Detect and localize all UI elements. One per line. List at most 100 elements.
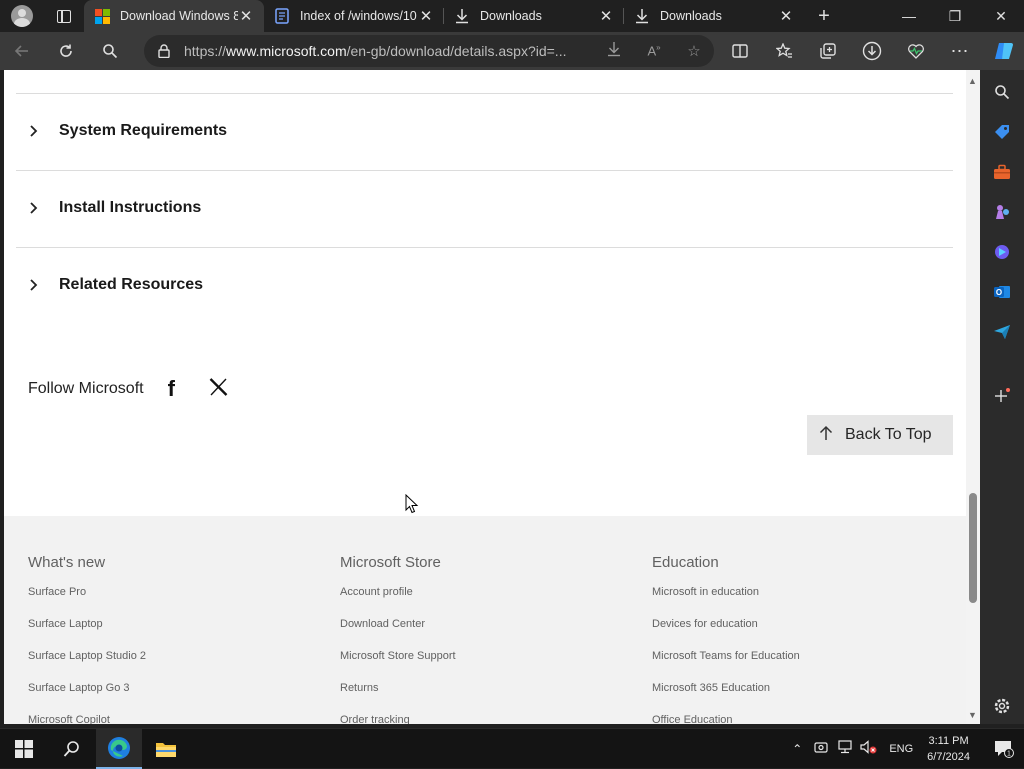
footer-link[interactable]: Returns: [340, 681, 456, 713]
accordion-related-resources[interactable]: Related Resources: [28, 276, 203, 294]
tab-close-icon[interactable]: ✕: [778, 7, 794, 25]
downloads-progress-icon: [862, 41, 882, 61]
tab-close-icon[interactable]: ✕: [598, 7, 614, 25]
taskbar-search-button[interactable]: [48, 729, 96, 769]
read-aloud-icon[interactable]: A»: [634, 43, 674, 58]
windows-taskbar: ⌃ ENG 3:11 PM 6/7/2024 1: [0, 728, 1024, 769]
sidebar-search-button[interactable]: [980, 77, 1024, 107]
footer-link[interactable]: Microsoft Store Support: [340, 649, 456, 681]
new-tab-button[interactable]: +: [804, 5, 844, 28]
system-tray: ⌃ ENG 3:11 PM 6/7/2024 1: [785, 729, 1024, 769]
footer-link[interactable]: Surface Laptop Go 3: [28, 681, 146, 713]
split-screen-button[interactable]: [718, 32, 762, 70]
games-chess-icon: [996, 205, 1009, 219]
profile-avatar[interactable]: [0, 0, 44, 32]
taskbar-file-explorer-button[interactable]: [142, 729, 190, 769]
download-icon: [454, 8, 470, 24]
minimize-button[interactable]: —: [886, 0, 932, 32]
tab-download-windows[interactable]: Download Windows 8 ✕: [84, 0, 264, 32]
taskbar-edge-button[interactable]: [96, 728, 142, 769]
show-hidden-icons-chevron-icon[interactable]: ⌃: [785, 742, 809, 756]
footer-link[interactable]: Order tracking: [340, 713, 456, 724]
scroll-down-arrow-icon[interactable]: ▼: [968, 710, 977, 720]
url-text[interactable]: https://www.microsoft.com/en-gb/download…: [184, 43, 594, 59]
sidebar-send-button[interactable]: [980, 317, 1024, 347]
lock-icon[interactable]: [144, 44, 184, 58]
back-arrow-icon: [14, 45, 28, 57]
x-twitter-icon[interactable]: [209, 377, 228, 401]
restore-button[interactable]: ❐: [932, 0, 978, 32]
sidebar-shopping-button[interactable]: [980, 117, 1024, 147]
mouse-cursor-icon: [405, 493, 419, 519]
search-button[interactable]: [88, 32, 132, 70]
edge-sidebar: O: [980, 70, 1024, 724]
shopping-tag-icon: [995, 125, 1009, 139]
refresh-button[interactable]: [44, 32, 88, 70]
copilot-button[interactable]: [982, 32, 1024, 70]
start-button[interactable]: [0, 729, 48, 769]
footer-link[interactable]: Microsoft 365 Education: [652, 681, 800, 713]
sidebar-outlook-button[interactable]: O: [980, 277, 1024, 307]
scroll-up-arrow-icon[interactable]: ▲: [968, 76, 977, 86]
windows-logo-icon: [15, 739, 33, 758]
follow-microsoft: Follow Microsoft f: [28, 376, 228, 402]
footer-link[interactable]: Download Center: [340, 617, 456, 649]
sidebar-copilot-button[interactable]: [980, 237, 1024, 267]
footer-link[interactable]: Microsoft Copilot: [28, 713, 146, 724]
chevron-right-icon: [28, 201, 52, 215]
favorites-icon: [775, 43, 792, 58]
sidebar-games-button[interactable]: [980, 197, 1024, 227]
address-bar[interactable]: https://www.microsoft.com/en-gb/download…: [144, 35, 714, 67]
collections-button[interactable]: [806, 32, 850, 70]
volume-muted-icon[interactable]: [857, 740, 881, 757]
browser-essentials-button[interactable]: [894, 32, 938, 70]
outlook-icon: O: [994, 286, 1010, 298]
site-footer: What's new Surface Pro Surface Laptop Su…: [4, 516, 966, 724]
scrollbar-thumb[interactable]: [969, 493, 977, 603]
footer-link[interactable]: Office Education: [652, 713, 800, 724]
download-page-icon[interactable]: [594, 41, 634, 61]
gear-icon: [994, 698, 1010, 714]
search-icon: [995, 85, 1010, 100]
favorite-star-icon[interactable]: ☆: [674, 42, 714, 60]
tab-close-icon[interactable]: ✕: [418, 7, 434, 25]
back-to-top-button[interactable]: Back To Top: [807, 415, 953, 455]
favorites-button[interactable]: [762, 32, 806, 70]
chevron-right-icon: [28, 124, 52, 138]
plus-icon: [995, 388, 1010, 402]
tab-downloads-2[interactable]: Downloads ✕: [624, 0, 804, 32]
footer-link[interactable]: Microsoft in education: [652, 585, 800, 617]
footer-column-education: Education Microsoft in education Devices…: [652, 554, 800, 724]
tab-strip: Download Windows 8 ✕ Index of /windows/1…: [0, 0, 1024, 32]
meet-now-icon[interactable]: [809, 740, 833, 757]
downloads-button[interactable]: [850, 32, 894, 70]
tab-downloads-1[interactable]: Downloads ✕: [444, 0, 624, 32]
footer-link[interactable]: Devices for education: [652, 617, 800, 649]
footer-heading: Education: [652, 554, 719, 571]
close-window-button[interactable]: ✕: [978, 0, 1024, 32]
more-options-button[interactable]: ⋯: [938, 32, 982, 70]
footer-link[interactable]: Microsoft Teams for Education: [652, 649, 800, 681]
footer-link[interactable]: Account profile: [340, 585, 456, 617]
tab-title: Downloads: [480, 9, 542, 23]
footer-link[interactable]: Surface Laptop Studio 2: [28, 649, 146, 681]
back-button[interactable]: [0, 32, 44, 70]
sidebar-tools-button[interactable]: [980, 157, 1024, 187]
tab-actions-button[interactable]: [44, 0, 84, 32]
tab-close-icon[interactable]: ✕: [238, 7, 254, 25]
facebook-icon[interactable]: f: [168, 376, 175, 402]
footer-link[interactable]: Surface Laptop: [28, 617, 146, 649]
input-language-indicator[interactable]: ENG: [889, 743, 913, 755]
footer-link[interactable]: Surface Pro: [28, 585, 146, 617]
accordion-system-requirements[interactable]: System Requirements: [28, 122, 227, 140]
accordion-label: Install Instructions: [59, 199, 202, 216]
sidebar-settings-button[interactable]: [980, 691, 1024, 721]
page-scrollbar[interactable]: ▲ ▼: [966, 70, 980, 724]
network-icon[interactable]: [833, 740, 857, 757]
clock[interactable]: 3:11 PM 6/7/2024: [927, 733, 970, 765]
sidebar-add-button[interactable]: [980, 381, 1024, 411]
svg-text:O: O: [996, 288, 1002, 297]
notifications-button[interactable]: 1: [984, 740, 1024, 758]
tab-index-of-windows[interactable]: Index of /windows/10 ✕: [264, 0, 444, 32]
accordion-install-instructions[interactable]: Install Instructions: [28, 199, 201, 217]
